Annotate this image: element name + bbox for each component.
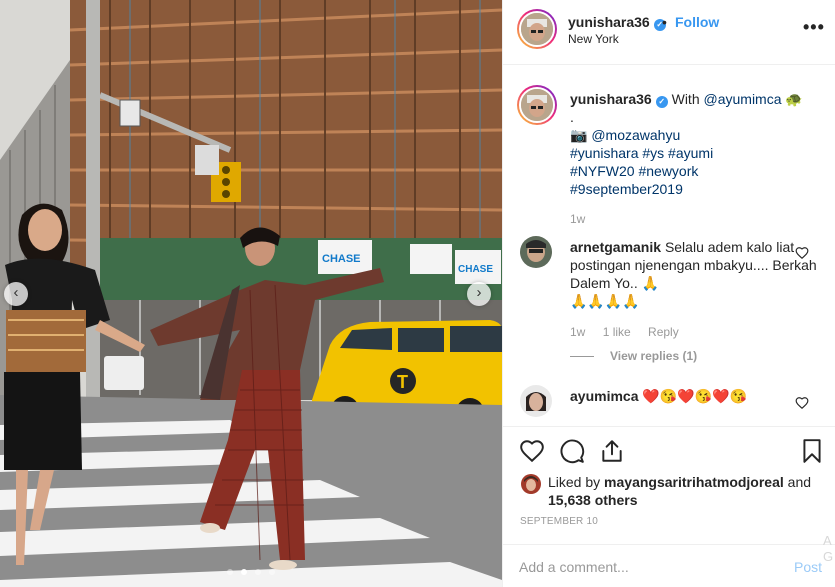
header-separator: • (662, 14, 667, 30)
comment-age[interactable]: 1w (570, 325, 585, 339)
carousel-dot-active (241, 569, 248, 575)
avatar-image (521, 13, 553, 45)
liked-by-others[interactable]: 15,638 others (548, 492, 638, 508)
commenter-avatar[interactable] (520, 385, 552, 417)
post-photo[interactable]: CHASE CHASE T ‹ › (0, 0, 502, 587)
avatar-image (521, 474, 541, 494)
avatar-image (521, 89, 553, 121)
taxi-mark: T (397, 372, 408, 392)
comment-emojis: ❤️😘❤️😘❤️😘 (642, 388, 747, 404)
caption-credit-line: 📷 @mozawahyu (570, 126, 820, 144)
caption-with-prefix: With (671, 91, 700, 107)
replies-divider (570, 356, 594, 358)
author-username[interactable]: yunishara36 ✓ (568, 14, 666, 31)
comments-section[interactable]: yunishara36 ✓ With @ayumimca 🐢 . 📷 @mozaw… (503, 66, 835, 426)
carousel-dot (268, 569, 275, 575)
caption: yunishara36 ✓ With @ayumimca 🐢 . 📷 @mozaw… (570, 90, 820, 198)
like-heart-icon[interactable] (519, 438, 545, 464)
comment-likes[interactable]: 1 like (603, 325, 631, 339)
comment-item: ayumimca ❤️😘❤️😘❤️😘 (570, 387, 820, 405)
post-side-panel: yunishara36 ✓ • Follow New York ••• yunis… (502, 0, 835, 587)
bank-sign-2 (410, 244, 452, 274)
reply-button[interactable]: Reply (648, 325, 679, 339)
like-comment-heart-icon[interactable] (795, 396, 809, 410)
post-location[interactable]: New York (568, 32, 619, 46)
photographer-mention[interactable]: @mozawahyu (591, 127, 680, 143)
hashtags-line-3[interactable]: #9september2019 (570, 180, 820, 198)
view-replies-label[interactable]: View replies (1) (610, 349, 697, 363)
camera-emoji: 📷 (570, 127, 588, 143)
comment-username[interactable]: arnetgamanik (570, 239, 661, 255)
post-header: yunishara36 ✓ • Follow New York ••• (503, 0, 835, 65)
comment-item: arnetgamanik Selalu adem kalo liat posti… (570, 238, 820, 310)
bank-sign-text-3: CHASE (458, 264, 493, 275)
view-replies-button[interactable]: View replies (1) (570, 349, 697, 363)
save-bookmark-icon[interactable] (799, 438, 825, 464)
author-username-text[interactable]: yunishara36 (568, 14, 650, 30)
carousel-dot (254, 569, 261, 575)
lamp-post (86, 0, 100, 410)
street-photo: CHASE CHASE T (0, 0, 502, 587)
caption-line-1: yunishara36 ✓ With @ayumimca 🐢 (570, 90, 820, 108)
avatar-image (520, 385, 552, 417)
share-icon[interactable] (599, 438, 625, 464)
comment-meta: 1w 1 like Reply (570, 325, 693, 339)
post-date[interactable]: SEPTEMBER 10 (520, 516, 598, 527)
liked-by-prefix: Liked by (548, 474, 601, 490)
caption-age[interactable]: 1w (570, 212, 585, 226)
comment-emoji-line: 🙏🙏🙏🙏 (570, 293, 640, 309)
liked-by-and: and (787, 474, 812, 490)
liked-by-user[interactable]: mayangsaritrihatmodjoreal (604, 474, 784, 490)
like-comment-heart-icon[interactable] (795, 246, 809, 260)
previous-slide-button[interactable]: ‹ (4, 282, 28, 306)
comment-emoji: 🙏 (641, 275, 660, 291)
hashtags-line-1[interactable]: #yunishara #ys #ayumi (570, 144, 820, 162)
carousel-indicator (0, 562, 502, 578)
follow-button[interactable]: Follow (675, 14, 719, 30)
bank-sign-text-1: CHASE (322, 253, 361, 265)
next-slide-button[interactable]: › (467, 282, 491, 306)
comment-username[interactable]: ayumimca (570, 388, 638, 404)
commenter-avatar[interactable] (520, 236, 552, 268)
post-actions: Liked by mayangsaritrihatmodjoreal and 1… (503, 426, 835, 536)
liked-by-summary: Liked by mayangsaritrihatmodjoreal and 1… (548, 473, 823, 509)
avatar-image (520, 236, 552, 268)
watermark-text: A G (823, 533, 834, 564)
post-comment-button[interactable]: Post (794, 559, 822, 575)
add-comment-input[interactable] (519, 557, 779, 577)
caption-mention[interactable]: @ayumimca (704, 91, 782, 107)
caption-username[interactable]: yunishara36 (570, 91, 652, 107)
liked-by-avatar[interactable] (521, 474, 541, 494)
more-options-icon[interactable]: ••• (803, 17, 825, 38)
turtle-emoji: 🐢 (785, 91, 803, 107)
verified-badge-icon: ✓ (655, 96, 668, 108)
caption-dot: . (570, 109, 574, 125)
comment-bubble-icon[interactable] (559, 438, 585, 464)
caption-author-avatar[interactable] (517, 85, 557, 125)
hashtags-line-2[interactable]: #NYFW20 #newyork (570, 162, 820, 180)
add-comment-bar: Post (503, 544, 835, 587)
carousel-dot (227, 569, 234, 575)
author-avatar[interactable] (517, 9, 557, 49)
